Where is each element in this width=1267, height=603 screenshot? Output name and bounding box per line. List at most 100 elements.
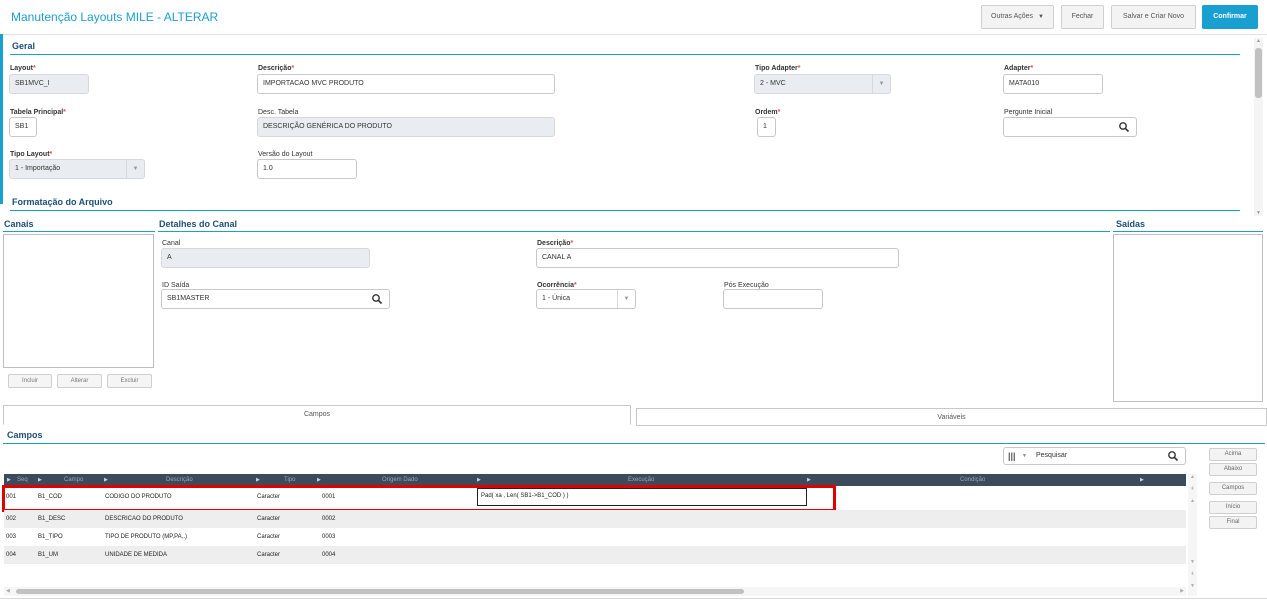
form-scrollbar[interactable]: ▲ ▼ (1254, 38, 1263, 216)
layout-label: Layout* (10, 65, 36, 72)
dropdown-arrow-icon: ▼ (872, 75, 890, 93)
campos-title: Campos (7, 430, 43, 440)
cell-tipo: Caracter (257, 516, 281, 522)
ocorrencia-label: Ocorrência* (537, 282, 577, 289)
tabela-principal-label: Tabela Principal* (10, 109, 66, 116)
ocorrencia-value: 1 - Única (542, 295, 571, 302)
desc-tabela-label: Desc. Tabela (258, 109, 299, 116)
pergunte-field[interactable] (1003, 117, 1137, 137)
cell-seq: 004 (6, 552, 17, 558)
table-row[interactable]: 004 B1_UM UNIDADE DE MEDIDA Caracter 000… (4, 546, 1186, 564)
scrollbar-thumb[interactable] (1255, 48, 1262, 98)
excluir-button[interactable]: Excluir (107, 374, 152, 388)
id-saida-label: ID Saída (162, 282, 190, 289)
chevron-down-icon: ▼ (1038, 14, 1044, 20)
cell-campo: B1_DESC (38, 516, 66, 522)
abaixo-button[interactable]: Abaixo (1209, 463, 1257, 476)
tipo-adapter-value: 2 - MVC (760, 80, 786, 87)
versao-layout-field[interactable]: 1.0 (257, 159, 357, 179)
scrollbar-thumb[interactable] (16, 589, 744, 594)
id-saida-field[interactable]: SB1MASTER (161, 289, 390, 309)
outras-acoes-button[interactable]: Outras Ações ▼ (981, 5, 1054, 29)
adapter-label: Adapter* (1004, 65, 1034, 72)
saidas-title: Saídas (1116, 219, 1146, 229)
scroll-up-icon[interactable]: ▲ (1254, 38, 1263, 44)
col-condicao[interactable]: Condição (960, 474, 985, 486)
chevron-down-icon[interactable]: ▼ (1022, 448, 1027, 464)
cell-origem: 0003 (322, 534, 336, 540)
tipo-layout-select[interactable]: 1 - Importação ▼ (9, 159, 145, 179)
grid-horizontal-scrollbar[interactable]: ◀ ▶ (4, 587, 1186, 596)
final-button[interactable]: Final (1209, 516, 1257, 529)
tab-variaveis[interactable]: Variáveis (636, 408, 1267, 426)
cell-seq: 003 (6, 534, 17, 540)
page-title: Manutenção Layouts MILE - ALTERAR (11, 10, 219, 24)
adapter-field[interactable]: MATA010 (1003, 74, 1103, 94)
search-icon[interactable] (371, 293, 383, 305)
confirmar-button[interactable]: Confirmar (1202, 5, 1258, 29)
desc-tabela-field[interactable]: DESCRIÇÃO GENÉRICA DO PRODUTO (257, 117, 555, 137)
canais-list[interactable] (3, 234, 154, 368)
tipo-layout-label: Tipo Layout* (10, 151, 53, 158)
grid-vertical-scrollbar[interactable]: ▲ ⇞ ▲ ▼ ⇟ ▼ (1188, 474, 1197, 596)
tab-campos[interactable]: Campos (3, 405, 631, 425)
detalhes-canal-title: Detalhes do Canal (159, 219, 238, 229)
cell-origem: 0004 (322, 552, 336, 558)
cell-seq: 002 (6, 516, 17, 522)
saidas-line (1113, 231, 1263, 232)
layout-field[interactable]: SB1MVC_I (9, 74, 89, 94)
pos-execucao-label: Pós Execução (724, 282, 769, 289)
cell-tipo: Caracter (257, 534, 281, 540)
scroll-up-icon[interactable]: ▲ (1188, 498, 1197, 504)
header-divider (0, 34, 1267, 35)
canal-field[interactable]: A (161, 248, 370, 268)
ordem-field[interactable]: 1 (757, 117, 776, 137)
descricao-label: Descrição* (258, 65, 295, 72)
ocorrencia-select[interactable]: 1 - Única ▼ (536, 289, 636, 309)
inicio-button[interactable]: Início (1209, 501, 1257, 514)
salvar-criar-novo-button[interactable]: Salvar e Criar Novo (1111, 5, 1196, 29)
scroll-to-bottom-icon[interactable]: ⇟ (1188, 571, 1197, 577)
grid-search-input[interactable]: Pesquisar (1036, 448, 1067, 464)
scroll-down-icon[interactable]: ▼ (1188, 559, 1197, 565)
detalhes-canal-line (158, 231, 1110, 232)
pergunte-label: Pergunte Inicial (1004, 109, 1053, 116)
table-row[interactable]: 002 B1_DESC DESCRICAO DO PRODUTO Caracte… (4, 510, 1186, 528)
canais-line (3, 231, 155, 232)
search-icon[interactable] (1167, 450, 1179, 462)
campos-button[interactable]: Campos (1209, 482, 1257, 495)
cell-descricao: UNIDADE DE MEDIDA (105, 552, 168, 558)
acima-button[interactable]: Acima (1209, 448, 1257, 461)
cell-descricao: TIPO DE PRODUTO (MP,PA,.) (105, 534, 188, 540)
alterar-button[interactable]: Alterar (57, 374, 102, 388)
table-row[interactable]: 003 B1_TIPO TIPO DE PRODUTO (MP,PA,.) Ca… (4, 528, 1186, 546)
page-border-bottom (0, 598, 1267, 599)
incluir-button[interactable]: Incluir (8, 374, 52, 388)
cell-descricao: DESCRICAO DO PRODUTO (105, 516, 183, 522)
sort-arrow-icon[interactable]: ▶ (1140, 474, 1144, 486)
active-marker (0, 34, 3, 204)
dropdown-arrow-icon: ▼ (617, 290, 635, 308)
descricao-field[interactable]: IMPORTACAO MVC PRODUTO (257, 74, 555, 94)
tabela-principal-field[interactable]: SB1 (9, 117, 37, 137)
highlight-box (2, 485, 836, 512)
fechar-button[interactable]: Fechar (1061, 5, 1104, 29)
canal-descricao-field[interactable]: CANAL A (536, 248, 899, 268)
section-formatacao-title: Formatação do Arquivo (12, 197, 113, 207)
ordem-label: Ordem* (755, 109, 781, 116)
tipo-adapter-select[interactable]: 2 - MVC ▼ (754, 74, 891, 94)
scroll-down-icon[interactable]: ▼ (1188, 583, 1197, 589)
canais-title: Canais (4, 219, 34, 229)
pos-execucao-field[interactable] (723, 289, 823, 309)
columns-icon[interactable]: ||| (1008, 448, 1016, 464)
search-icon[interactable] (1118, 121, 1130, 133)
cell-campo: B1_UM (38, 552, 59, 558)
scroll-right-icon[interactable]: ▶ (1180, 587, 1184, 596)
scroll-up-icon[interactable]: ▲ (1188, 474, 1197, 480)
scroll-to-top-icon[interactable]: ⇞ (1188, 486, 1197, 492)
saidas-list[interactable] (1113, 234, 1263, 402)
scroll-left-icon[interactable]: ◀ (6, 587, 10, 596)
scroll-down-icon[interactable]: ▼ (1254, 210, 1263, 216)
grid-search-bar[interactable]: ||| ▼ Pesquisar (1003, 447, 1186, 465)
versao-layout-label: Versão do Layout (258, 151, 313, 158)
